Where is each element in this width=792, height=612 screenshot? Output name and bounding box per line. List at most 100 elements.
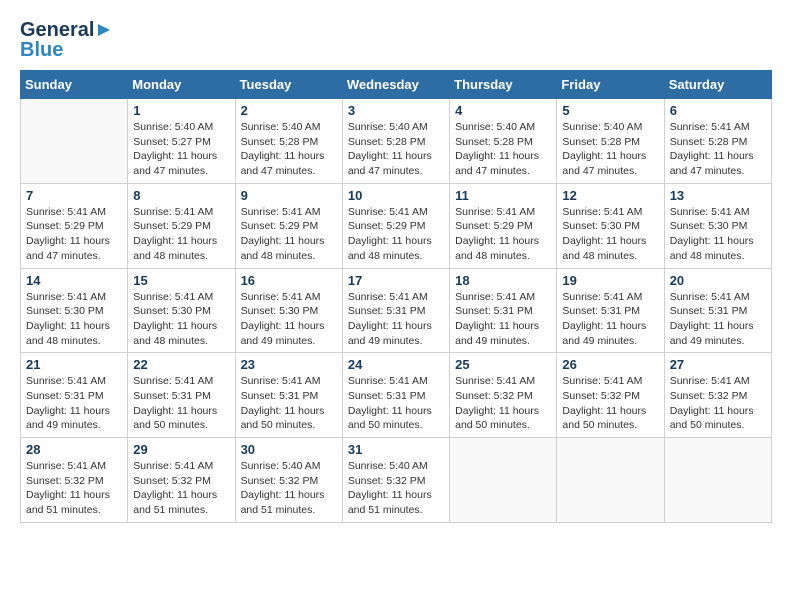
calendar-day-cell: 10Sunrise: 5:41 AMSunset: 5:29 PMDayligh…: [342, 183, 449, 268]
day-number: 21: [26, 357, 122, 372]
calendar-day-cell: 13 Sunrise: 5:41 AMSunset: 5:30 PMDayligh…: [664, 183, 771, 268]
calendar-day-cell: 9 Sunrise: 5:41 AMSunset: 5:29 PMDaylight…: [235, 183, 342, 268]
day-info: Sunrise: 5:40 AMSunset: 5:28 PMDaylight:…: [241, 120, 337, 179]
day-number: 26: [562, 357, 658, 372]
day-info: Sunrise: 5:41 AMSunset: 5:30 PMDaylight:…: [670, 205, 766, 264]
calendar-day-cell: [664, 438, 771, 523]
calendar-day-cell: [557, 438, 664, 523]
calendar-week-row: 14 Sunrise: 5:41 AMSunset: 5:30 PMDayligh…: [21, 268, 772, 353]
calendar-day-cell: 26 Sunrise: 5:41 AMSunset: 5:32 PMDayligh…: [557, 353, 664, 438]
day-number: 4: [455, 103, 551, 118]
calendar-day-cell: 27 Sunrise: 5:41 AMSunset: 5:32 PMDayligh…: [664, 353, 771, 438]
weekday-header: Wednesday: [342, 71, 449, 99]
calendar-day-cell: 18 Sunrise: 5:41 AMSunset: 5:31 PMDayligh…: [450, 268, 557, 353]
day-info: Sunrise: 5:41 AMSunset: 5:31 PMDaylight:…: [133, 374, 229, 433]
day-info: Sunrise: 5:41 AMSunset: 5:31 PMDaylight:…: [26, 374, 122, 433]
calendar-day-cell: 7Sunrise: 5:41 AMSunset: 5:29 PMDaylight…: [21, 183, 128, 268]
day-number: 11: [455, 188, 551, 203]
day-info: Sunrise: 5:41 AMSunset: 5:31 PMDaylight:…: [348, 374, 444, 433]
day-number: 1: [133, 103, 229, 118]
logo: General Blue: [20, 20, 114, 60]
calendar-week-row: 21 Sunrise: 5:41 AMSunset: 5:31 PMDayligh…: [21, 353, 772, 438]
calendar-week-row: 28 Sunrise: 5:41 AMSunset: 5:32 PMDayligh…: [21, 438, 772, 523]
day-info: Sunrise: 5:41 AMSunset: 5:29 PMDaylight:…: [133, 205, 229, 264]
day-info: Sunrise: 5:41 AMSunset: 5:32 PMDaylight:…: [562, 374, 658, 433]
day-number: 28: [26, 442, 122, 457]
day-info: Sunrise: 5:40 AMSunset: 5:32 PMDaylight:…: [241, 459, 337, 518]
calendar-day-cell: 17 Sunrise: 5:41 AMSunset: 5:31 PMDayligh…: [342, 268, 449, 353]
day-number: 17: [348, 273, 444, 288]
day-info: Sunrise: 5:40 AMSunset: 5:28 PMDaylight:…: [348, 120, 444, 179]
day-info: Sunrise: 5:41 AMSunset: 5:31 PMDaylight:…: [455, 290, 551, 349]
day-info: Sunrise: 5:41 AMSunset: 5:32 PMDaylight:…: [670, 374, 766, 433]
day-number: 30: [241, 442, 337, 457]
day-info: Sunrise: 5:40 AMSunset: 5:27 PMDaylight:…: [133, 120, 229, 179]
weekday-header: Monday: [128, 71, 235, 99]
day-number: 18: [455, 273, 551, 288]
calendar-day-cell: 6 Sunrise: 5:41 AMSunset: 5:28 PMDaylight…: [664, 99, 771, 184]
day-number: 31: [348, 442, 444, 457]
calendar-day-cell: 2Sunrise: 5:40 AMSunset: 5:28 PMDaylight…: [235, 99, 342, 184]
calendar-day-cell: 23 Sunrise: 5:41 AMSunset: 5:31 PMDayligh…: [235, 353, 342, 438]
calendar-day-cell: 21 Sunrise: 5:41 AMSunset: 5:31 PMDayligh…: [21, 353, 128, 438]
weekday-header: Tuesday: [235, 71, 342, 99]
calendar-day-cell: 24Sunrise: 5:41 AMSunset: 5:31 PMDayligh…: [342, 353, 449, 438]
day-info: Sunrise: 5:40 AMSunset: 5:28 PMDaylight:…: [562, 120, 658, 179]
calendar-table: SundayMondayTuesdayWednesdayThursdayFrid…: [20, 70, 772, 523]
weekday-header: Friday: [557, 71, 664, 99]
calendar-day-cell: 12Sunrise: 5:41 AMSunset: 5:30 PMDayligh…: [557, 183, 664, 268]
calendar-day-cell: 15Sunrise: 5:41 AMSunset: 5:30 PMDayligh…: [128, 268, 235, 353]
day-number: 29: [133, 442, 229, 457]
day-number: 13: [670, 188, 766, 203]
day-number: 3: [348, 103, 444, 118]
calendar-day-cell: 19 Sunrise: 5:41 AMSunset: 5:31 PMDayligh…: [557, 268, 664, 353]
weekday-header: Sunday: [21, 71, 128, 99]
day-info: Sunrise: 5:41 AMSunset: 5:31 PMDaylight:…: [241, 374, 337, 433]
day-info: Sunrise: 5:41 AMSunset: 5:28 PMDaylight:…: [670, 120, 766, 179]
calendar-week-row: 7Sunrise: 5:41 AMSunset: 5:29 PMDaylight…: [21, 183, 772, 268]
weekday-header: Thursday: [450, 71, 557, 99]
day-number: 16: [241, 273, 337, 288]
day-number: 22: [133, 357, 229, 372]
calendar-day-cell: 20 Sunrise: 5:41 AMSunset: 5:31 PMDayligh…: [664, 268, 771, 353]
day-info: Sunrise: 5:41 AMSunset: 5:32 PMDaylight:…: [26, 459, 122, 518]
day-info: Sunrise: 5:41 AMSunset: 5:32 PMDaylight:…: [455, 374, 551, 433]
day-number: 6: [670, 103, 766, 118]
calendar-header-row: SundayMondayTuesdayWednesdayThursdayFrid…: [21, 71, 772, 99]
day-info: Sunrise: 5:41 AMSunset: 5:29 PMDaylight:…: [241, 205, 337, 264]
calendar-day-cell: 29 Sunrise: 5:41 AMSunset: 5:32 PMDayligh…: [128, 438, 235, 523]
page-header: General Blue: [20, 20, 772, 60]
calendar-day-cell: 3 Sunrise: 5:40 AMSunset: 5:28 PMDaylight…: [342, 99, 449, 184]
day-info: Sunrise: 5:41 AMSunset: 5:29 PMDaylight:…: [26, 205, 122, 264]
day-info: Sunrise: 5:41 AMSunset: 5:30 PMDaylight:…: [241, 290, 337, 349]
day-number: 14: [26, 273, 122, 288]
day-number: 25: [455, 357, 551, 372]
calendar-day-cell: 28 Sunrise: 5:41 AMSunset: 5:32 PMDayligh…: [21, 438, 128, 523]
day-number: 27: [670, 357, 766, 372]
day-info: Sunrise: 5:41 AMSunset: 5:29 PMDaylight:…: [348, 205, 444, 264]
calendar-day-cell: 4 Sunrise: 5:40 AMSunset: 5:28 PMDaylight…: [450, 99, 557, 184]
calendar-day-cell: 5Sunrise: 5:40 AMSunset: 5:28 PMDaylight…: [557, 99, 664, 184]
day-info: Sunrise: 5:41 AMSunset: 5:29 PMDaylight:…: [455, 205, 551, 264]
day-info: Sunrise: 5:41 AMSunset: 5:30 PMDaylight:…: [26, 290, 122, 349]
day-info: Sunrise: 5:40 AMSunset: 5:32 PMDaylight:…: [348, 459, 444, 518]
day-number: 19: [562, 273, 658, 288]
day-number: 9: [241, 188, 337, 203]
calendar-day-cell: 16 Sunrise: 5:41 AMSunset: 5:30 PMDayligh…: [235, 268, 342, 353]
calendar-day-cell: 25 Sunrise: 5:41 AMSunset: 5:32 PMDayligh…: [450, 353, 557, 438]
logo-blue: Blue: [20, 40, 63, 60]
calendar-day-cell: 1 Sunrise: 5:40 AMSunset: 5:27 PMDaylight…: [128, 99, 235, 184]
day-info: Sunrise: 5:40 AMSunset: 5:28 PMDaylight:…: [455, 120, 551, 179]
day-info: Sunrise: 5:41 AMSunset: 5:31 PMDaylight:…: [670, 290, 766, 349]
calendar-day-cell: 22 Sunrise: 5:41 AMSunset: 5:31 PMDayligh…: [128, 353, 235, 438]
calendar-day-cell: 8Sunrise: 5:41 AMSunset: 5:29 PMDaylight…: [128, 183, 235, 268]
day-number: 23: [241, 357, 337, 372]
calendar-day-cell: [450, 438, 557, 523]
day-number: 15: [133, 273, 229, 288]
day-number: 20: [670, 273, 766, 288]
day-info: Sunrise: 5:41 AMSunset: 5:32 PMDaylight:…: [133, 459, 229, 518]
logo-general: General: [20, 20, 94, 40]
day-info: Sunrise: 5:41 AMSunset: 5:31 PMDaylight:…: [562, 290, 658, 349]
day-info: Sunrise: 5:41 AMSunset: 5:31 PMDaylight:…: [348, 290, 444, 349]
day-info: Sunrise: 5:41 AMSunset: 5:30 PMDaylight:…: [562, 205, 658, 264]
